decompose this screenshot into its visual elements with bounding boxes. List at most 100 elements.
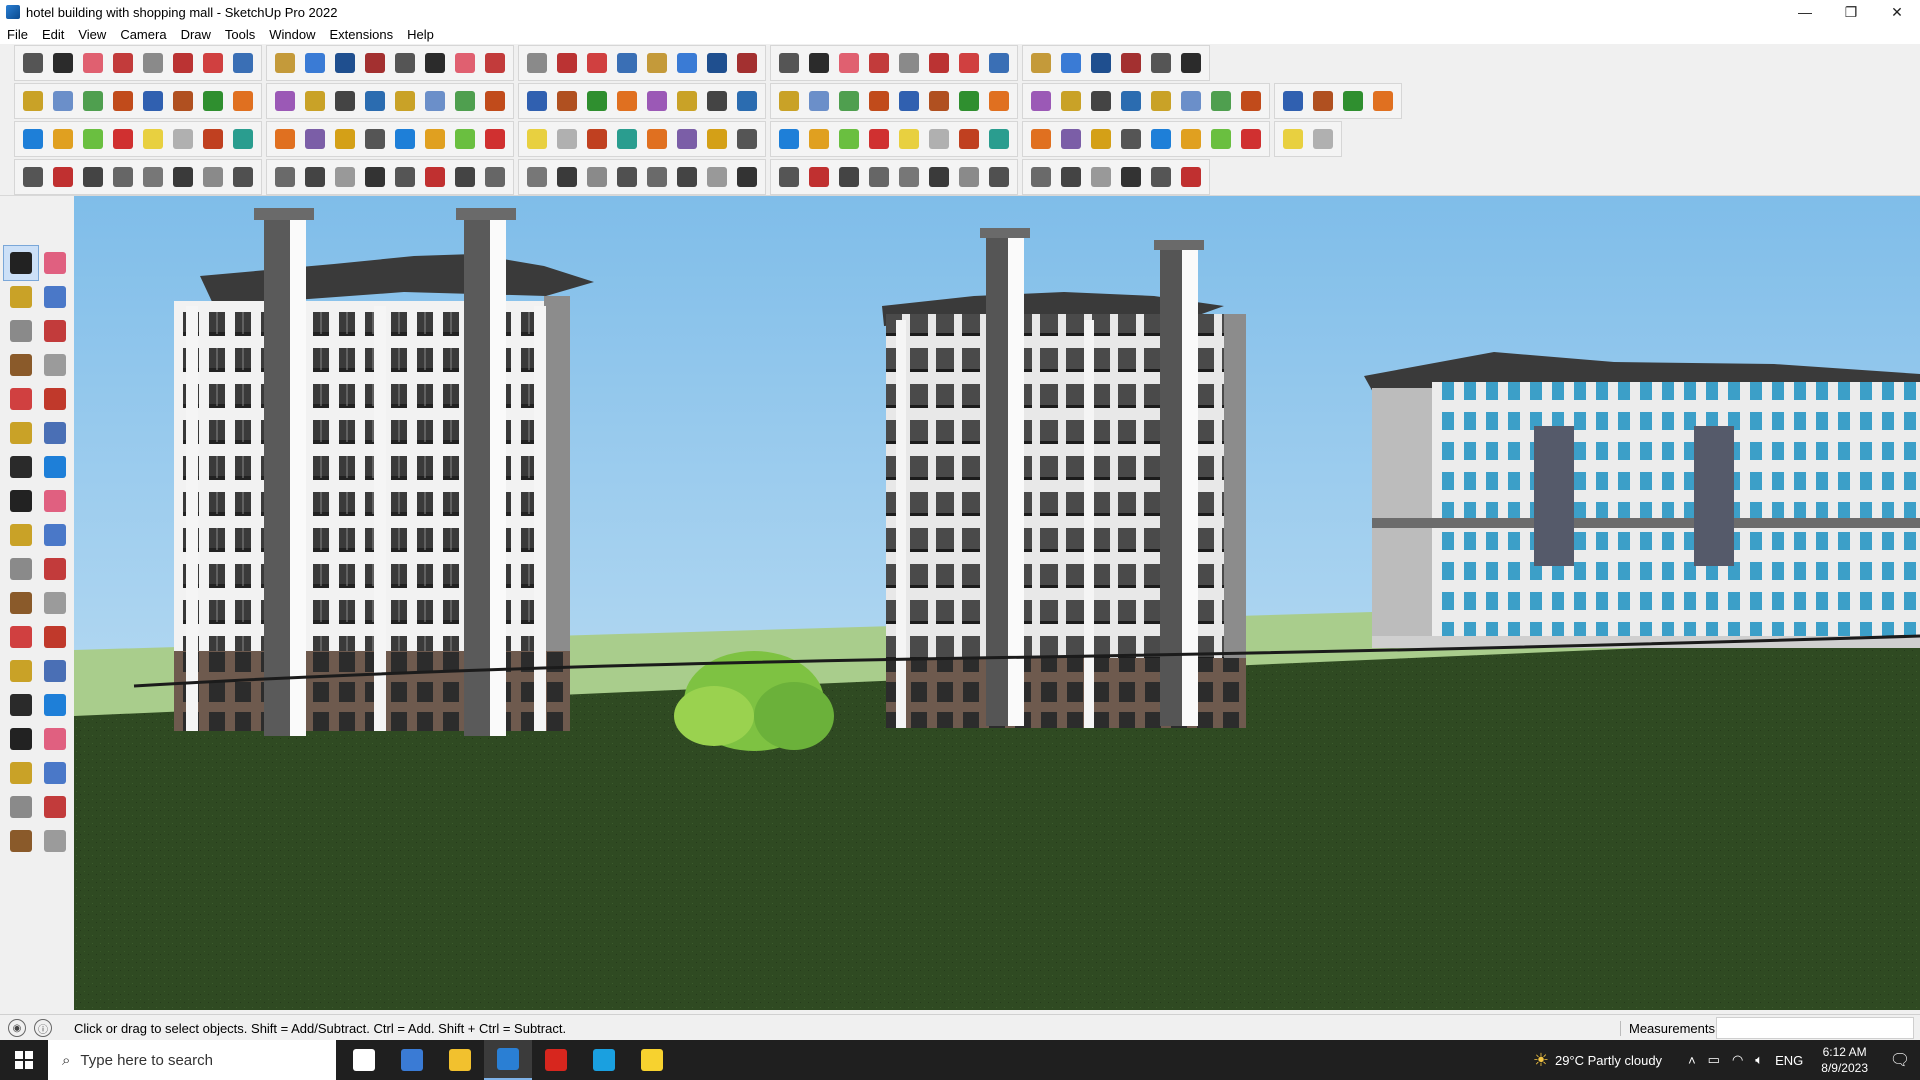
toolbar-tool-button[interactable] [552,48,582,78]
toolbar-tool-button[interactable] [1368,86,1398,116]
toolbar-tool-button[interactable] [300,124,330,154]
toolbar-tool-button[interactable] [1176,162,1206,192]
large-toolset-button[interactable] [4,518,38,552]
toolbar-tool-button[interactable] [864,124,894,154]
geo-location-icon[interactable]: ◉ [8,1019,26,1037]
toolbar-tool-button[interactable] [834,48,864,78]
toolbar-tool-button[interactable] [78,48,108,78]
large-toolset-button[interactable] [4,756,38,790]
toolbar-tool-button[interactable] [1116,162,1146,192]
minimize-button[interactable]: — [1782,0,1828,24]
language-indicator[interactable]: ENG [1775,1053,1803,1068]
toolbar-tool-button[interactable] [330,124,360,154]
toolbar-tool-button[interactable] [1278,86,1308,116]
toolbar-tool-button[interactable] [390,162,420,192]
toolbar-tool-button[interactable] [894,124,924,154]
toolbar-tool-button[interactable] [552,124,582,154]
toolbar-tool-button[interactable] [552,162,582,192]
large-toolset-button[interactable] [38,688,72,722]
large-toolset-button[interactable] [4,586,38,620]
toolbar-tool-button[interactable] [804,86,834,116]
menu-draw[interactable]: Draw [174,27,218,42]
large-toolset-button[interactable] [38,518,72,552]
toolbar-tool-button[interactable] [582,124,612,154]
toolbar-tool-button[interactable] [984,124,1014,154]
toolbar-tool-button[interactable] [834,124,864,154]
toolbar-tool-button[interactable] [1146,48,1176,78]
toolbar-tool-button[interactable] [864,162,894,192]
toolbar-tool-button[interactable] [168,86,198,116]
large-toolset-button[interactable] [4,382,38,416]
toolbar-tool-button[interactable] [330,86,360,116]
toolbar-tool-button[interactable] [924,124,954,154]
toolbar-tool-button[interactable] [450,86,480,116]
toolbar-tool-button[interactable] [270,48,300,78]
toolbar-tool-button[interactable] [108,48,138,78]
large-toolset-button[interactable] [38,654,72,688]
large-toolset-button[interactable] [38,722,72,756]
toolbar-tool-button[interactable] [390,124,420,154]
toolbar-tool-button[interactable] [612,86,642,116]
large-toolset-button[interactable] [38,824,72,858]
toolbar-tool-button[interactable] [642,48,672,78]
toolbar-tool-button[interactable] [300,48,330,78]
toolbar-tool-button[interactable] [420,162,450,192]
toolbar-tool-button[interactable] [1308,86,1338,116]
toolbar-tool-button[interactable] [450,162,480,192]
close-button[interactable]: ✕ [1874,0,1920,24]
toolbar-tool-button[interactable] [582,86,612,116]
toolbar-tool-button[interactable] [1026,124,1056,154]
toolbar-tool-button[interactable] [732,162,762,192]
toolbar-tool-button[interactable] [924,162,954,192]
toolbar-tool-button[interactable] [18,86,48,116]
large-toolset-button[interactable] [4,450,38,484]
toolbar-tool-button[interactable] [198,48,228,78]
large-toolset-button[interactable] [38,484,72,518]
task-view-taskbar-button[interactable] [340,1040,388,1080]
toolbar-tool-button[interactable] [954,162,984,192]
toolbar-tool-button[interactable] [1086,124,1116,154]
toolbar-tool-button[interactable] [1056,48,1086,78]
toolbar-tool-button[interactable] [1206,124,1236,154]
toolbar-tool-button[interactable] [642,124,672,154]
start-button[interactable] [0,1040,48,1080]
toolbar-tool-button[interactable] [1146,162,1176,192]
toolbar-tool-button[interactable] [804,162,834,192]
toolbar-tool-button[interactable] [1236,86,1266,116]
toolbar-tool-button[interactable] [18,124,48,154]
toolbar-tool-button[interactable] [18,48,48,78]
restore-button[interactable]: ❐ [1828,0,1874,24]
toolbar-tool-button[interactable] [1206,86,1236,116]
toolbar-tool-button[interactable] [1176,48,1206,78]
toolbar-tool-button[interactable] [732,86,762,116]
toolbar-tool-button[interactable] [702,48,732,78]
toolbar-tool-button[interactable] [642,86,672,116]
large-toolset-button[interactable] [38,382,72,416]
toolbar-tool-button[interactable] [78,86,108,116]
toolbar-tool-button[interactable] [300,162,330,192]
menu-edit[interactable]: Edit [35,27,71,42]
toolbar-tool-button[interactable] [1116,48,1146,78]
toolbar-tool-button[interactable] [612,124,642,154]
toolbar-tool-button[interactable] [774,48,804,78]
toolbar-tool-button[interactable] [522,86,552,116]
toolbar-tool-button[interactable] [108,162,138,192]
large-toolset-button[interactable] [38,416,72,450]
toolbar-tool-button[interactable] [138,162,168,192]
toolbar-tool-button[interactable] [552,86,582,116]
toolbar-tool-button[interactable] [582,48,612,78]
toolbar-tool-button[interactable] [732,124,762,154]
large-toolset-button[interactable] [4,280,38,314]
toolbar-tool-button[interactable] [984,162,1014,192]
volume-icon[interactable]: 🔈︎ [1755,1052,1763,1068]
toolbar-tool-button[interactable] [672,86,702,116]
toolbar-tool-button[interactable] [774,162,804,192]
toolbar-tool-button[interactable] [1056,86,1086,116]
clock[interactable]: 6:12 AM 8/9/2023 [1821,1044,1868,1076]
toolbar-tool-button[interactable] [138,86,168,116]
toolbar-tool-button[interactable] [480,48,510,78]
toolbar-tool-button[interactable] [954,86,984,116]
toolbar-tool-button[interactable] [1146,124,1176,154]
toolbar-tool-button[interactable] [1116,86,1146,116]
large-toolset-button[interactable] [38,280,72,314]
